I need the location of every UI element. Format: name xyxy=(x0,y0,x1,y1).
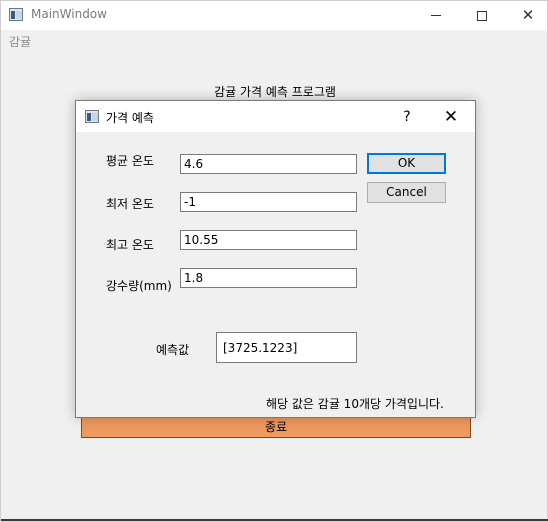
menu-item-gamgyul[interactable]: 감귤 xyxy=(9,33,31,50)
dialog-title-bar: 가격 예측 ? ✕ xyxy=(76,101,475,132)
min-temp-label: 최저 온도 xyxy=(106,197,154,211)
title-bar: MainWindow ✕ xyxy=(1,1,547,30)
dialog-title: 가격 예측 xyxy=(106,111,154,125)
close-button[interactable]: ✕ xyxy=(505,1,548,30)
dialog-close-icon[interactable]: ✕ xyxy=(436,106,466,128)
maximize-icon xyxy=(477,10,487,21)
price-note: 해당 값은 감귤 10개당 가격입니다. xyxy=(266,397,444,411)
cancel-button[interactable]: Cancel xyxy=(367,182,446,203)
rainfall-label: 강수량(mm) xyxy=(106,279,172,293)
menu-bar: 감귤 xyxy=(1,30,547,50)
bottom-divider xyxy=(1,519,548,521)
maximize-button[interactable] xyxy=(459,1,505,30)
rainfall-input[interactable]: 1.8 xyxy=(180,268,357,288)
help-icon[interactable]: ? xyxy=(394,107,420,127)
minimize-button[interactable] xyxy=(413,1,459,30)
max-temp-input[interactable]: 10.55 xyxy=(180,230,357,250)
app-icon xyxy=(9,8,23,21)
prediction-label: 예측값 xyxy=(156,343,190,357)
avg-temp-label: 평균 온도 xyxy=(106,154,154,168)
exit-button[interactable]: 종료 xyxy=(81,417,471,438)
minimize-icon xyxy=(431,15,441,16)
program-title: 감귤 가격 예측 프로그램 xyxy=(214,85,336,99)
avg-temp-input[interactable]: 4.6 xyxy=(180,154,357,174)
ok-button[interactable]: OK xyxy=(367,153,446,174)
prediction-output[interactable]: [3725.1223] xyxy=(216,332,357,363)
window-title: MainWindow xyxy=(31,7,107,21)
max-temp-label: 최고 온도 xyxy=(106,238,154,252)
min-temp-input[interactable]: -1 xyxy=(180,192,357,212)
price-prediction-dialog: 가격 예측 ? ✕ 평균 온도 4.6 최저 온도 -1 최고 온도 10.55… xyxy=(75,100,476,418)
close-icon: ✕ xyxy=(521,6,535,24)
dialog-app-icon xyxy=(85,110,99,123)
